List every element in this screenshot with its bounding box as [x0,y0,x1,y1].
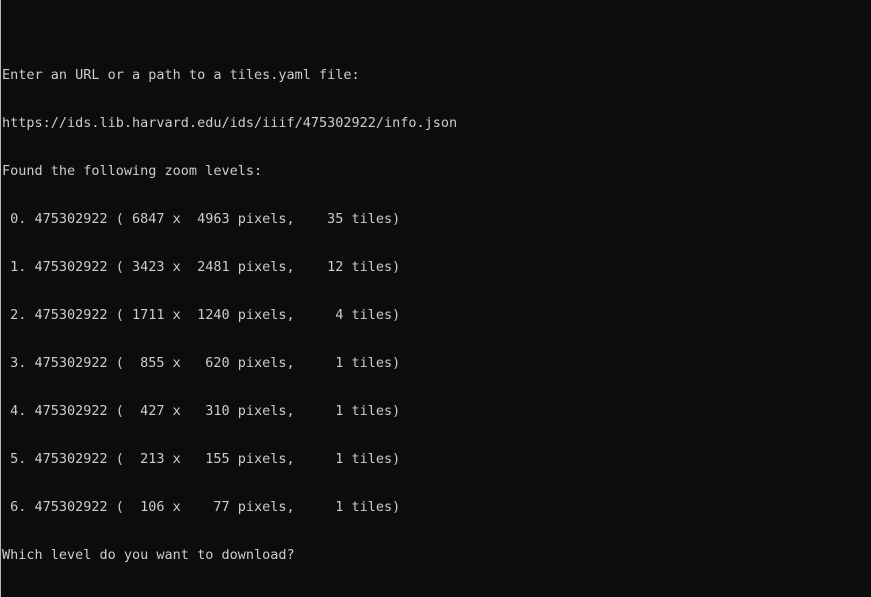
window-left-border [0,0,1,597]
zoom-level-row: 3. 475302922 ( 855 x 620 pixels, 1 tiles… [2,355,401,371]
found-zoom-levels-header: Found the following zoom levels: [2,163,263,179]
input-url-echo: https://ids.lib.harvard.edu/ids/iiif/475… [2,115,458,131]
terminal-screen[interactable]: Enter an URL or a path to a tiles.yaml f… [2,3,871,597]
terminal-window[interactable]: Enter an URL or a path to a tiles.yaml f… [0,0,871,597]
zoom-level-row: 0. 475302922 ( 6847 x 4963 pixels, 35 ti… [2,211,401,227]
zoom-level-row: 2. 475302922 ( 1711 x 1240 pixels, 4 til… [2,307,401,323]
zoom-level-row: 6. 475302922 ( 106 x 77 pixels, 1 tiles) [2,499,401,515]
zoom-level-row: 1. 475302922 ( 3423 x 2481 pixels, 12 ti… [2,259,401,275]
zoom-level-row: 5. 475302922 ( 213 x 155 pixels, 1 tiles… [2,451,401,467]
prompt-which-level: Which level do you want to download? [2,547,295,563]
prompt-enter-url: Enter an URL or a path to a tiles.yaml f… [2,67,360,83]
zoom-level-row: 4. 475302922 ( 427 x 310 pixels, 1 tiles… [2,403,401,419]
